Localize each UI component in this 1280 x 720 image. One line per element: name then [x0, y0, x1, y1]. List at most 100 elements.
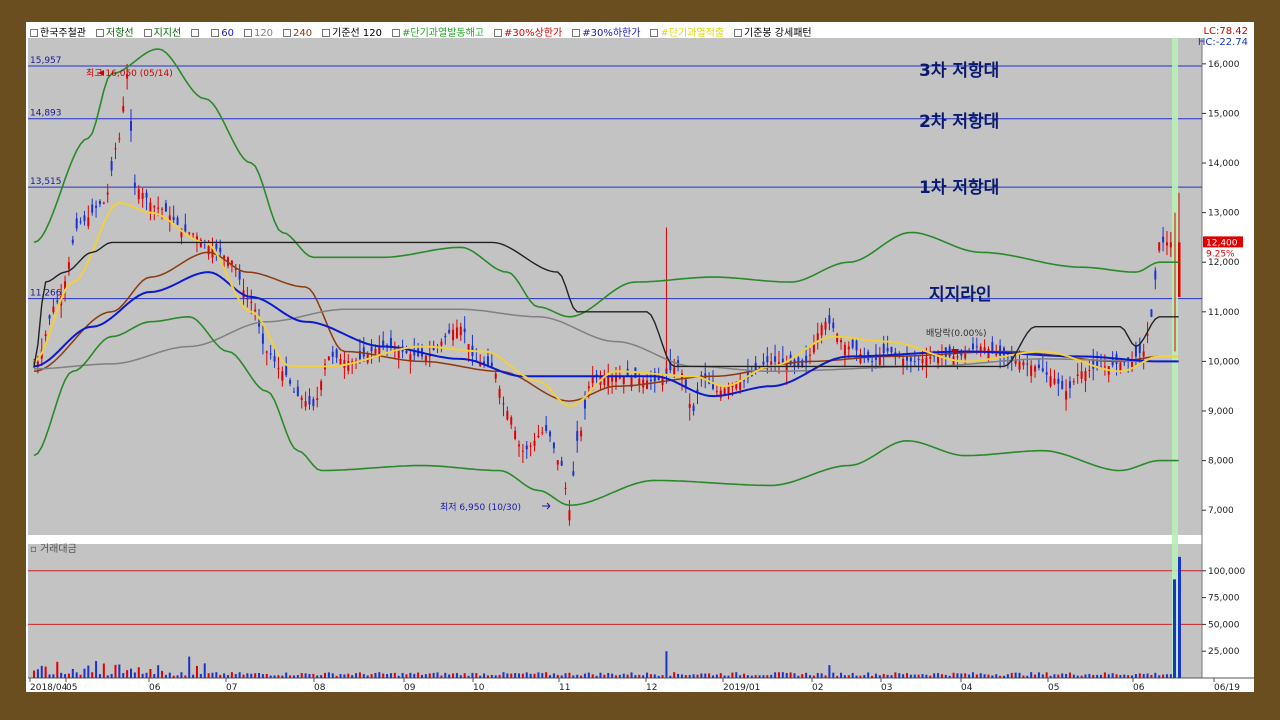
volume-bar	[948, 675, 951, 678]
price-chart[interactable]: 16,000 15,000 14,000 13,000 12,000 11,000 10,0…	[26, 22, 1254, 692]
legend-label: 지지선	[153, 28, 182, 39]
volume-bar	[669, 675, 672, 678]
annotation-resistance-2: 2차 저항대	[919, 112, 1000, 132]
legend-item-0[interactable]: 한국주철관	[30, 28, 91, 39]
volume-bar	[102, 663, 105, 678]
volume-bar	[60, 672, 63, 678]
legend-checkbox-icon[interactable]	[734, 29, 743, 37]
volume-bar	[1030, 672, 1033, 678]
x-tick-label: 2018/04	[30, 683, 68, 692]
volume-bar	[79, 674, 82, 678]
candle-body	[1061, 380, 1064, 389]
candle-body	[452, 329, 455, 341]
volume-bar	[909, 674, 912, 678]
volume-bar	[940, 674, 943, 678]
volume-bar	[549, 675, 552, 678]
volume-bar	[238, 672, 241, 678]
legend-checkbox-icon[interactable]	[494, 29, 502, 37]
volume-bar	[816, 672, 819, 678]
legend-checkbox-icon[interactable]	[30, 29, 38, 37]
legend-checkbox-icon[interactable]	[650, 29, 659, 37]
candle-body	[583, 400, 586, 409]
legend-item-1[interactable]: 저항선	[96, 28, 139, 39]
candle-body	[265, 351, 268, 353]
candle-body	[192, 233, 195, 235]
volume-bar	[199, 673, 202, 678]
legend-checkbox-icon[interactable]	[143, 29, 152, 37]
volume-panel-bg	[28, 544, 1202, 678]
legend-item-4[interactable]: 60	[211, 28, 239, 39]
legend-checkbox-icon[interactable]	[191, 29, 200, 37]
volume-bar	[646, 672, 649, 678]
volume-bar	[184, 675, 187, 678]
volume-bar	[479, 675, 482, 678]
candle-body	[828, 315, 831, 324]
volume-bar	[642, 675, 645, 678]
volume-bar	[1165, 674, 1168, 678]
candle-body	[847, 346, 850, 350]
candle-body	[1165, 242, 1168, 246]
volume-bar	[389, 673, 392, 678]
legend-checkbox-icon[interactable]	[243, 29, 252, 37]
price-tick-label: 13,000	[1208, 209, 1240, 219]
volume-bar	[347, 673, 350, 678]
legend-checkbox-icon[interactable]	[283, 29, 292, 37]
volume-bar	[126, 670, 129, 678]
candle-body	[459, 326, 462, 336]
legend-item-10[interactable]: #30%하한가	[572, 28, 645, 39]
volume-bar	[960, 673, 963, 678]
candle-body	[304, 401, 307, 407]
volume-tick-label: 50,000	[1208, 620, 1240, 630]
legend-item-2[interactable]: 지지선	[143, 28, 187, 39]
volume-bar	[917, 674, 920, 678]
legend-item-3[interactable]	[191, 28, 206, 39]
candle-body	[110, 160, 113, 171]
volume-bar	[1138, 673, 1141, 678]
volume-bar	[149, 669, 152, 678]
x-tick-label: 03	[881, 683, 892, 692]
candle-body	[987, 349, 990, 359]
legend-checkbox-icon[interactable]	[322, 29, 331, 37]
legend-checkbox-icon[interactable]	[392, 29, 401, 37]
volume-bar	[824, 675, 827, 678]
legend-checkbox-icon[interactable]	[211, 29, 220, 37]
volume-bar	[339, 674, 342, 678]
volume-bar	[611, 673, 614, 678]
legend-checkbox-icon[interactable]	[96, 29, 104, 37]
candle-body	[75, 218, 78, 229]
candle-body	[1049, 376, 1052, 387]
legend-label: 60	[221, 28, 234, 39]
volume-bar	[906, 673, 908, 678]
volume-bar	[630, 672, 633, 678]
legend-item-11[interactable]: #단기과열적출	[650, 28, 729, 39]
x-tick-label: 11	[559, 683, 570, 692]
volume-bar	[1100, 674, 1102, 678]
legend-item-7[interactable]: 기준선 120	[322, 28, 387, 39]
candle-body	[145, 192, 148, 198]
legend-item-5[interactable]: 120	[243, 28, 278, 39]
candle-body	[455, 327, 458, 338]
legend-item-8[interactable]: #단기과열발동해고	[392, 28, 489, 39]
volume-bar	[921, 674, 924, 678]
legend-label: 240	[293, 28, 313, 39]
candle-body	[886, 347, 889, 352]
volume-bar	[1072, 674, 1075, 678]
candle-body	[397, 350, 400, 358]
candle-body	[164, 203, 167, 212]
candle-body	[688, 404, 691, 408]
volume-bar	[638, 674, 641, 678]
legend-item-6[interactable]: 240	[283, 28, 317, 39]
candle-body	[405, 350, 408, 353]
legend-checkbox-icon[interactable]	[572, 29, 581, 37]
volume-bar	[351, 675, 354, 678]
legend-item-12[interactable]: 기준봉 강세패턴	[734, 28, 817, 39]
candle-body	[921, 358, 924, 364]
volume-bar	[832, 672, 835, 678]
volume-bar	[145, 672, 148, 678]
candle-body	[518, 444, 520, 447]
volume-bar	[261, 674, 264, 678]
volume-bar	[133, 672, 136, 678]
x-tick-label: 06/19	[1214, 683, 1240, 692]
legend-item-9[interactable]: #30%상한가	[494, 28, 567, 39]
volume-tick-label: 25,000	[1208, 647, 1240, 657]
